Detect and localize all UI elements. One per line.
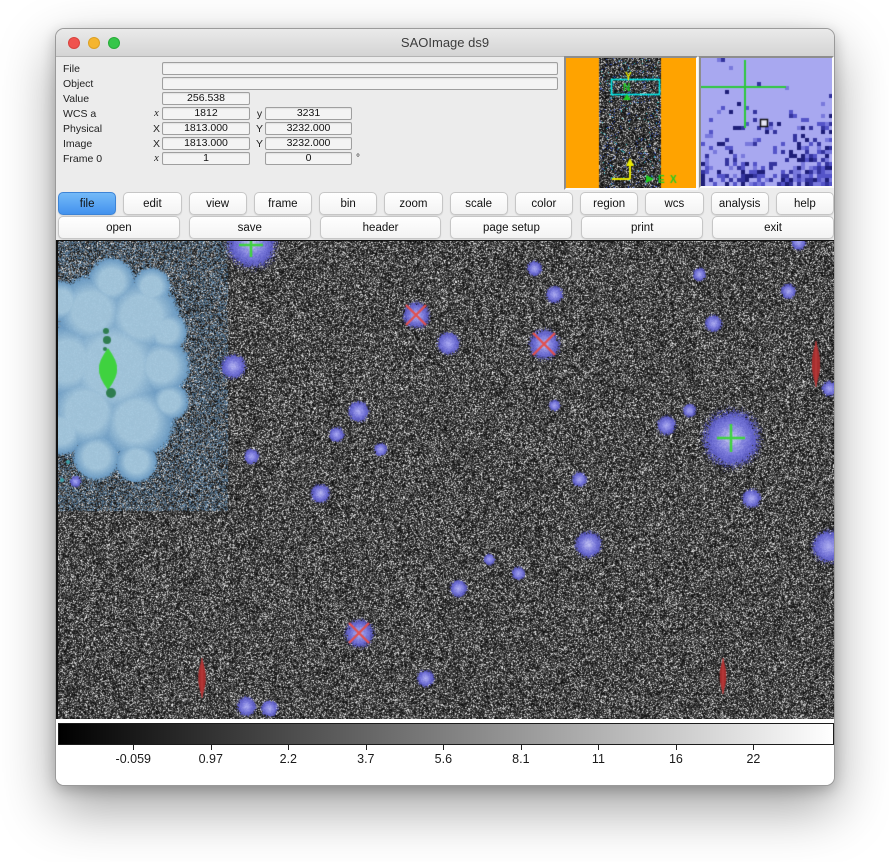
- physical-x-field[interactable]: 1813.000: [162, 122, 250, 135]
- frame-label: Frame 0: [63, 153, 151, 165]
- value-field[interactable]: 256.538: [162, 92, 250, 105]
- colorbar-tick: [366, 745, 367, 750]
- menu-button-edit[interactable]: edit: [123, 192, 181, 215]
- magnifier-canvas[interactable]: [701, 58, 832, 186]
- menu-button-zoom[interactable]: zoom: [384, 192, 442, 215]
- value-row: Value 256.538: [63, 92, 561, 105]
- colorbar-tick: [288, 745, 289, 750]
- physical-y-label: Y: [254, 123, 265, 135]
- wcs-x-field[interactable]: 1812: [162, 107, 250, 120]
- menu-button-color[interactable]: color: [515, 192, 573, 215]
- colorbar-tick-label: 16: [669, 752, 683, 766]
- colorbar-tick-label: -0.059: [116, 752, 151, 766]
- image-area: [56, 240, 835, 720]
- wcs-x-label: x: [151, 108, 162, 119]
- wcs-y-label: y: [254, 108, 265, 120]
- magnifier[interactable]: [699, 56, 834, 188]
- colorbar-tick: [676, 745, 677, 750]
- image-y-field[interactable]: 3232.000: [265, 137, 352, 150]
- info-panel: File Object Value 256.538 WCS a x 1812 y…: [56, 57, 561, 193]
- frame-x-field[interactable]: 1: [162, 152, 250, 165]
- frame-x-label: x: [151, 153, 162, 164]
- image-row: Image X 1813.000 Y 3232.000: [63, 137, 561, 150]
- file-label: File: [63, 63, 151, 75]
- object-label: Object: [63, 78, 151, 90]
- menu-bar: file edit view frame binzoom scale color region…: [58, 192, 834, 214]
- wcs-y-field[interactable]: 3231: [265, 107, 352, 120]
- colorbar-area: -0.059 0.97 2.2 3.7 5.6 8.1 11 16 22: [56, 719, 835, 786]
- file-button-print[interactable]: print: [581, 216, 703, 239]
- menu-button-view[interactable]: view: [189, 192, 247, 215]
- physical-x-label: X: [151, 123, 162, 135]
- colorbar-tick: [211, 745, 212, 750]
- file-button-exit[interactable]: exit: [712, 216, 834, 239]
- menu-button-scale[interactable]: scale: [450, 192, 508, 215]
- menu-button-frame[interactable]: frame: [254, 192, 312, 215]
- colorbar-tick: [443, 745, 444, 750]
- colorbar[interactable]: [58, 723, 834, 745]
- file-bar: open save header page setup print exit: [58, 216, 834, 238]
- image-x-label: X: [151, 138, 162, 150]
- colorbar-tick-label: 2.2: [280, 752, 297, 766]
- menu-button-help[interactable]: help: [776, 192, 834, 215]
- colorbar-tick-label: 11: [592, 752, 605, 766]
- menu-button-analysis[interactable]: analysis: [711, 192, 769, 215]
- wcs-row: WCS a x 1812 y 3231: [63, 107, 561, 120]
- image-label: Image: [63, 138, 151, 150]
- file-button-page-setup[interactable]: page setup: [450, 216, 572, 239]
- colorbar-tick: [753, 745, 754, 750]
- titlebar[interactable]: SAOImage ds9: [56, 29, 834, 57]
- colorbar-tick-label: 5.6: [435, 752, 452, 766]
- menu-button-file[interactable]: file: [58, 192, 116, 215]
- colorbar-tick-label: 8.1: [512, 752, 529, 766]
- image-x-field[interactable]: 1813.000: [162, 137, 250, 150]
- colorbar-tick: [521, 745, 522, 750]
- wcs-label: WCS a: [63, 108, 151, 120]
- colorbar-tick: [598, 745, 599, 750]
- object-field[interactable]: [162, 77, 558, 90]
- object-row: Object: [63, 77, 561, 90]
- frame-angle-field[interactable]: 0: [265, 152, 352, 165]
- colorbar-tick-label: 22: [746, 752, 760, 766]
- physical-y-field[interactable]: 3232.000: [265, 122, 352, 135]
- panner-canvas[interactable]: [566, 58, 696, 188]
- window-title: SAOImage ds9: [56, 35, 834, 50]
- image-canvas[interactable]: [58, 241, 834, 719]
- menu-button-bin[interactable]: bin: [319, 192, 377, 215]
- file-row: File: [63, 62, 561, 75]
- degree-symbol: °: [356, 153, 360, 164]
- frame-row: Frame 0 x 1 0 °: [63, 152, 561, 165]
- menu-button-wcs[interactable]: wcs: [645, 192, 703, 215]
- value-label: Value: [63, 93, 151, 105]
- file-button-save[interactable]: save: [189, 216, 311, 239]
- colorbar-tick-label: 0.97: [199, 752, 223, 766]
- physical-label: Physical: [63, 123, 151, 135]
- physical-row: Physical X 1813.000 Y 3232.000: [63, 122, 561, 135]
- menu-button-region[interactable]: region: [580, 192, 638, 215]
- panner[interactable]: [564, 56, 698, 190]
- file-field[interactable]: [162, 62, 558, 75]
- ds9-window: SAOImage ds9 File Object Value 256.538 W…: [55, 28, 835, 786]
- image-y-label: Y: [254, 138, 265, 150]
- colorbar-tick: [133, 745, 134, 750]
- file-button-open[interactable]: open: [58, 216, 180, 239]
- file-button-header[interactable]: header: [320, 216, 442, 239]
- colorbar-tick-label: 3.7: [357, 752, 374, 766]
